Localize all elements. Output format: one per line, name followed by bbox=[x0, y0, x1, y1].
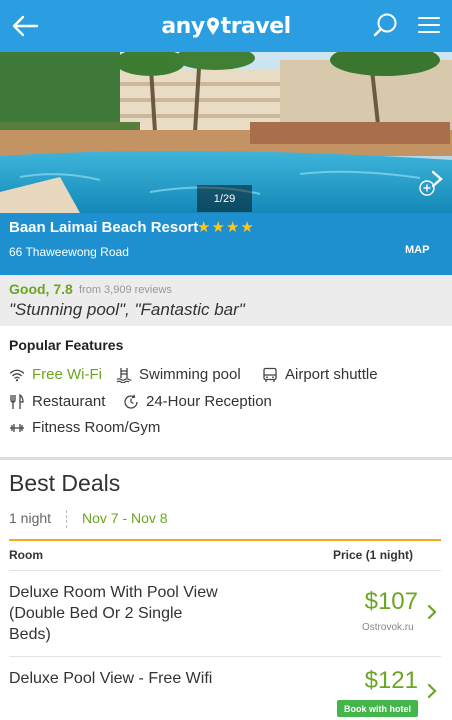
deal-provider: Ostrovok.ru bbox=[362, 622, 414, 633]
feature-label: Airport shuttle bbox=[285, 366, 378, 383]
review-count: from 3,909 reviews bbox=[79, 284, 172, 296]
stay-dates[interactable]: Nov 7 - Nov 8 bbox=[82, 510, 168, 526]
table-header-rule bbox=[9, 539, 441, 541]
feature-airport-shuttle: Airport shuttle bbox=[262, 366, 378, 383]
search-icon[interactable] bbox=[372, 12, 398, 38]
hamburger-menu-icon[interactable] bbox=[418, 15, 440, 35]
zoom-in-icon[interactable] bbox=[418, 179, 436, 197]
column-header-price: Price (1 night) bbox=[333, 548, 414, 562]
section-divider bbox=[0, 457, 452, 460]
dumbbell-icon bbox=[10, 423, 24, 432]
hotel-name: Baan Laimai Beach Resort bbox=[9, 219, 199, 236]
deal-price[interactable]: $121 bbox=[340, 667, 418, 695]
hotel-address: 66 Thaweewong Road bbox=[9, 245, 129, 259]
book-with-hotel-badge: Book with hotel bbox=[337, 700, 418, 717]
photo-counter: 1/29 bbox=[197, 185, 252, 212]
back-arrow-icon[interactable] bbox=[10, 12, 40, 40]
feature-restaurant: Restaurant bbox=[9, 393, 105, 410]
logo-text-any: any bbox=[161, 13, 205, 39]
row-divider bbox=[9, 656, 441, 657]
feature-free-wifi: Free Wi-Fi bbox=[9, 366, 102, 383]
wifi-icon bbox=[9, 369, 25, 381]
column-header-room: Room bbox=[9, 548, 43, 562]
feature-label: Swimming pool bbox=[139, 366, 241, 383]
feature-24-hour-reception: 24-Hour Reception bbox=[123, 393, 272, 410]
logo-text-travel: travel bbox=[220, 13, 292, 39]
feature-fitness-room: Fitness Room/Gym bbox=[9, 419, 160, 436]
deal-room-name[interactable]: Deluxe Room With Pool View (Double Bed O… bbox=[9, 582, 219, 645]
chevron-right-icon[interactable] bbox=[427, 683, 437, 699]
clock-icon bbox=[124, 394, 138, 409]
best-deals-title: Best Deals bbox=[9, 470, 121, 496]
star-rating: ★★★★ bbox=[197, 219, 255, 236]
bus-icon bbox=[263, 367, 277, 382]
app-logo[interactable]: any travel bbox=[161, 13, 292, 39]
dashed-separator bbox=[66, 510, 67, 528]
pool-icon bbox=[116, 367, 132, 383]
review-score: Good, 7.8 bbox=[9, 281, 73, 297]
features-title: Popular Features bbox=[9, 337, 124, 353]
deal-room-name[interactable]: Deluxe Pool View - Free Wifi bbox=[9, 668, 219, 689]
location-pin-icon bbox=[206, 17, 219, 35]
review-quote: "Stunning pool", "Fantastic bar" bbox=[9, 300, 245, 319]
restaurant-icon bbox=[10, 393, 24, 409]
chevron-right-icon[interactable] bbox=[427, 604, 437, 620]
deal-price[interactable]: $107 bbox=[340, 588, 418, 616]
app-header: any travel bbox=[0, 0, 452, 52]
review-summary[interactable]: Good, 7.8 from 3,909 reviews "Stunning p… bbox=[0, 275, 452, 326]
feature-label: Free Wi-Fi bbox=[32, 366, 102, 383]
feature-label: 24-Hour Reception bbox=[146, 393, 272, 410]
night-count[interactable]: 1 night bbox=[9, 510, 51, 526]
feature-swimming-pool: Swimming pool bbox=[116, 366, 241, 383]
map-link[interactable]: MAP bbox=[405, 244, 429, 256]
row-divider bbox=[9, 570, 441, 571]
hotel-photo-gallery[interactable]: 1/29 bbox=[0, 52, 452, 213]
hotel-info-bar: Baan Laimai Beach Resort ★★★★ 66 Thaweew… bbox=[0, 213, 452, 275]
feature-label: Restaurant bbox=[32, 393, 106, 410]
feature-label: Fitness Room/Gym bbox=[32, 419, 161, 436]
